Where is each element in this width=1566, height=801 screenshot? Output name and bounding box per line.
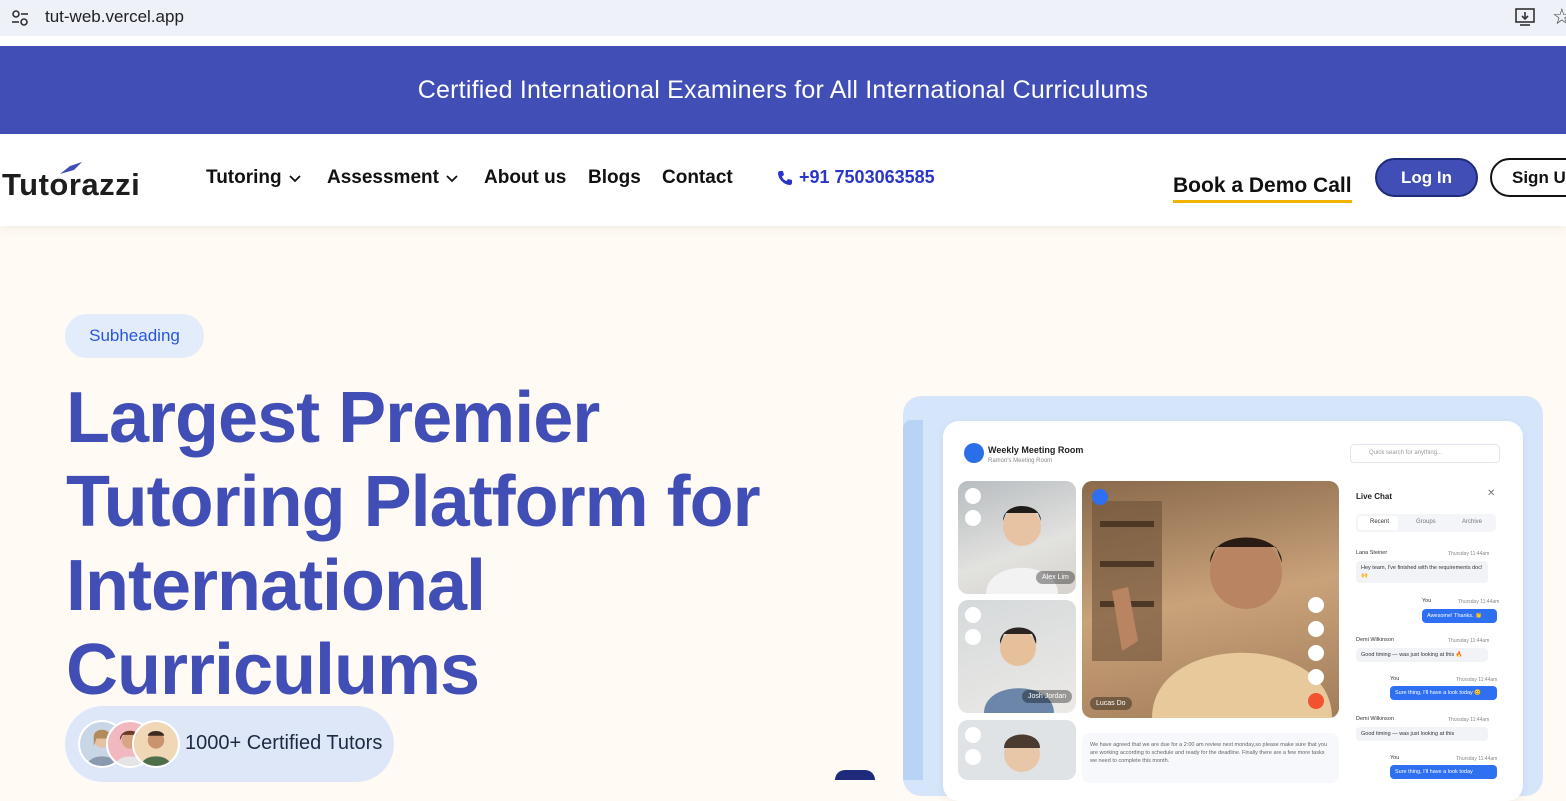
mockup-side-accent	[903, 420, 923, 780]
meeting-notes: We have agreed that we are due for a 2:0…	[1082, 733, 1339, 783]
nav-contact[interactable]: Contact	[662, 167, 733, 189]
chat-tab-recent: Recent	[1370, 519, 1390, 525]
room-search-input: Quick search for anything...	[1350, 444, 1500, 463]
more-icon	[1308, 669, 1324, 685]
phone-number: +91 7503063585	[799, 167, 935, 187]
chat-time: Thursday 11:44am	[1448, 638, 1490, 644]
chat-time: Thursday 11:44am	[1456, 677, 1498, 683]
chat-message: Sure thing, I'll have a look today	[1390, 765, 1497, 779]
install-app-icon[interactable]	[1514, 7, 1536, 27]
room-subtitle: Ramon's Meeting Room	[988, 458, 1053, 464]
browser-toolbar: tut-web.vercel.app ☆	[0, 0, 1566, 36]
main-video-tile: Lucas Do	[1082, 481, 1339, 718]
mic-icon	[965, 488, 981, 504]
chat-time: Thursday 11:44am	[1448, 551, 1490, 557]
camera-icon	[965, 749, 981, 765]
chevron-down-icon	[288, 175, 301, 183]
hero-title: Largest Premier Tutoring Platform for In…	[66, 378, 761, 710]
mic-icon	[965, 607, 981, 623]
announcement-bar: Certified International Examiners for Al…	[0, 46, 1566, 134]
chat-sender: You	[1422, 598, 1432, 604]
nav-tutoring[interactable]: Tutoring	[206, 167, 302, 189]
address-bar-url[interactable]: tut-web.vercel.app	[45, 7, 184, 27]
chat-time: Thursday 11:44am	[1448, 717, 1490, 723]
scroll-indicator[interactable]	[835, 770, 875, 780]
audio-wave-icon	[1092, 489, 1108, 505]
chat-tab-archive: Archive	[1462, 519, 1483, 525]
chat-title: Live Chat	[1356, 492, 1393, 501]
hand-icon	[1308, 645, 1324, 661]
chat-message: Good timing — was just looking at this	[1356, 727, 1488, 741]
phone-link[interactable]: +91 7503063585	[777, 167, 935, 188]
tutor-avatar	[132, 720, 180, 768]
participant-name: Alex Lim	[1036, 571, 1075, 584]
phone-icon	[778, 170, 792, 185]
browser-divider	[0, 36, 1566, 46]
nav-tutoring-label: Tutoring	[206, 167, 282, 188]
participant-name: Josh Jordan	[1022, 690, 1073, 703]
video-room-icon	[964, 443, 984, 463]
nav-assessment-label: Assessment	[327, 167, 439, 188]
chat-message: Sure thing, I'll have a look today 😊	[1390, 686, 1497, 700]
mic-icon	[965, 727, 981, 743]
chat-message: Awesome! Thanks. 👏	[1422, 609, 1497, 623]
chat-sender: Demi Wilkinson	[1356, 716, 1394, 722]
nav-blogs[interactable]: Blogs	[588, 167, 641, 189]
mic-icon	[1308, 597, 1324, 613]
chat-sender: Demi Wilkinson	[1356, 637, 1394, 643]
tutors-count: 1000+ Certified Tutors	[185, 732, 383, 754]
participant-name: Lucas Do	[1090, 697, 1132, 710]
camera-icon	[965, 629, 981, 645]
nav-assessment[interactable]: Assessment	[327, 167, 459, 189]
subheading-badge: Subheading	[65, 314, 204, 358]
book-demo-link[interactable]: Book a Demo Call	[1173, 174, 1352, 203]
room-title: Weekly Meeting Room	[988, 445, 1084, 455]
bookmark-star-icon[interactable]: ☆	[1552, 4, 1566, 30]
logo[interactable]: Tutorazzi	[2, 167, 140, 203]
site-settings-icon[interactable]	[10, 8, 30, 28]
chat-message: Hey team, I've finished with the require…	[1356, 561, 1488, 583]
chat-time: Thursday 11:44am	[1458, 599, 1500, 605]
chevron-down-icon	[446, 175, 458, 183]
end-call-icon	[1308, 693, 1324, 709]
signup-button[interactable]: Sign Up	[1490, 158, 1566, 197]
close-icon: ✕	[1487, 488, 1496, 499]
chat-sender: You	[1390, 755, 1400, 761]
chat-tab-groups: Groups	[1416, 519, 1436, 525]
participant-video-image	[1092, 501, 1332, 718]
nav-about-us[interactable]: About us	[484, 167, 566, 189]
camera-icon	[1308, 621, 1324, 637]
camera-icon	[965, 510, 981, 526]
chat-sender: Lana Steiner	[1356, 550, 1388, 556]
chat-message: Good timing — was just looking at this 🔥	[1356, 648, 1488, 662]
login-button[interactable]: Log In	[1375, 158, 1478, 197]
chat-time: Thursday 11:44am	[1456, 756, 1498, 762]
chat-sender: You	[1390, 676, 1400, 682]
